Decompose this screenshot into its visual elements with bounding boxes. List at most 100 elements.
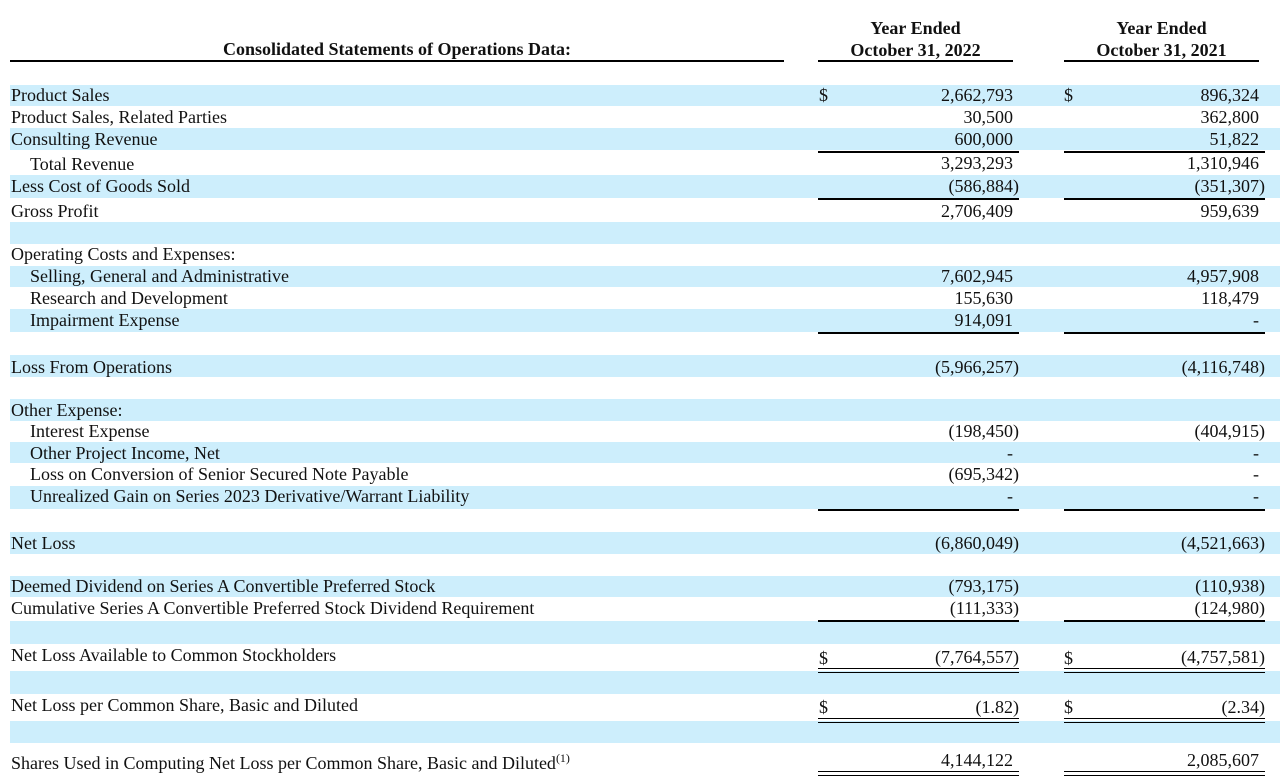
- currency-symbol: $: [819, 697, 828, 717]
- col-2022-header-line1: Year Ended: [870, 18, 961, 38]
- total-double-underline: [818, 718, 1019, 723]
- value-2021-impairment: -: [1253, 310, 1259, 330]
- statement-title: Consolidated Statements of Operations Da…: [223, 39, 571, 59]
- row-band: [10, 222, 1280, 244]
- subtotal-underline: [1064, 198, 1265, 200]
- value-2021-net-loss-common: (4,757,581): [1181, 647, 1265, 667]
- currency-symbol: $: [1064, 648, 1073, 668]
- title-underline: [10, 60, 784, 62]
- value-2021-cumulative-dividend: (124,980): [1194, 598, 1266, 618]
- value-2022-loss-on-conversion: (695,342): [948, 464, 1020, 484]
- value-2021-rnd: 118,479: [1201, 288, 1259, 308]
- col-2021-header-underline: [1064, 60, 1259, 62]
- total-double-underline: [1064, 718, 1265, 723]
- value-2021-consulting-revenue: 51,822: [1209, 129, 1260, 149]
- row-label-rnd: Research and Development: [30, 288, 228, 308]
- currency-symbol: $: [1064, 697, 1073, 717]
- value-2022-deemed-dividend: (793,175): [948, 576, 1020, 596]
- financial-statement: Consolidated Statements of Operations Da…: [0, 0, 1280, 784]
- row-band: [10, 128, 1280, 150]
- total-double-underline: [818, 668, 1019, 673]
- value-2022-cogs: (586,884): [948, 176, 1020, 196]
- row-band: [10, 309, 1280, 332]
- value-2021-net-loss: (4,521,663): [1181, 533, 1265, 553]
- value-2022-rnd: 155,630: [954, 288, 1014, 308]
- value-2021-unrealized-gain: -: [1253, 486, 1259, 506]
- value-2021-other-project-income: -: [1253, 443, 1259, 463]
- row-label-impairment: Impairment Expense: [30, 310, 180, 330]
- value-2021-interest-expense: (404,915): [1194, 421, 1266, 441]
- subtotal-underline: [1064, 332, 1265, 334]
- shares-used-label-text: Shares Used in Computing Net Loss per Co…: [11, 753, 556, 773]
- row-label-deemed-dividend: Deemed Dividend on Series A Convertible …: [11, 576, 436, 596]
- row-label-net-loss: Net Loss: [11, 533, 76, 553]
- total-double-underline: [1064, 668, 1265, 673]
- value-2021-net-loss-per-share: (2.34): [1221, 697, 1266, 717]
- row-label-other-project-income: Other Project Income, Net: [30, 443, 220, 463]
- value-2021-loss-on-conversion: -: [1253, 464, 1259, 484]
- section-header-operating-costs: Operating Costs and Expenses:: [11, 244, 236, 264]
- row-label-loss-from-operations: Loss From Operations: [11, 357, 172, 377]
- col-2021-header-line2: October 31, 2021: [1096, 40, 1227, 60]
- col-2022-header-line2: October 31, 2022: [850, 40, 981, 60]
- row-band: [10, 671, 1280, 694]
- total-double-underline: [818, 771, 1019, 776]
- row-label-product-sales-related-parties: Product Sales, Related Parties: [11, 107, 227, 127]
- footnote-marker: (1): [555, 751, 570, 765]
- row-label-loss-on-conversion: Loss on Conversion of Senior Secured Not…: [30, 464, 409, 484]
- value-2021-deemed-dividend: (110,938): [1195, 576, 1265, 596]
- row-label-sga: Selling, General and Administrative: [30, 266, 289, 286]
- subtotal-underline: [1064, 509, 1265, 511]
- row-label-cumulative-dividend: Cumulative Series A Convertible Preferre…: [11, 598, 535, 618]
- value-2021-loss-from-operations: (4,116,748): [1181, 357, 1265, 377]
- subtotal-underline: [818, 198, 1019, 200]
- value-2021-product-sales-related-parties: 362,800: [1200, 107, 1260, 127]
- value-2021-cogs: (351,307): [1194, 176, 1266, 196]
- subtotal-underline: [818, 332, 1019, 334]
- value-2021-gross-profit: 959,639: [1200, 201, 1260, 221]
- row-band: [10, 355, 1280, 377]
- subtotal-underline: [1064, 620, 1265, 622]
- row-label-total-revenue: Total Revenue: [30, 154, 135, 174]
- row-band: [10, 399, 1280, 421]
- value-2022-total-revenue: 3,293,293: [941, 153, 1013, 173]
- value-2021-total-revenue: 1,310,946: [1187, 153, 1259, 173]
- row-label-cogs: Less Cost of Goods Sold: [11, 176, 191, 196]
- currency-symbol: $: [1064, 85, 1073, 105]
- row-label-unrealized-gain: Unrealized Gain on Series 2023 Derivativ…: [30, 486, 470, 506]
- value-2022-consulting-revenue: 600,000: [954, 129, 1014, 149]
- value-2022-cumulative-dividend: (111,333): [949, 598, 1019, 618]
- row-band: [10, 621, 1280, 644]
- row-label-gross-profit: Gross Profit: [11, 201, 99, 221]
- value-2022-gross-profit: 2,706,409: [941, 201, 1013, 221]
- currency-symbol: $: [819, 85, 828, 105]
- row-label-interest-expense: Interest Expense: [30, 421, 150, 441]
- value-2021-product-sales: 896,324: [1200, 85, 1260, 105]
- value-2022-net-loss: (6,860,049): [935, 533, 1019, 553]
- section-header-other-expense: Other Expense:: [11, 400, 123, 420]
- value-2022-shares-used: 4,144,122: [941, 750, 1013, 770]
- value-2022-net-loss-common: (7,764,557): [935, 647, 1019, 667]
- value-2022-sga: 7,602,945: [941, 266, 1013, 286]
- row-band: [10, 532, 1280, 554]
- value-2022-interest-expense: (198,450): [948, 421, 1020, 441]
- value-2022-other-project-income: -: [1007, 443, 1013, 463]
- value-2021-shares-used: 2,085,607: [1187, 750, 1259, 770]
- value-2022-net-loss-per-share: (1.82): [975, 697, 1020, 717]
- col-2021-header-line1: Year Ended: [1116, 18, 1207, 38]
- row-label-consulting-revenue: Consulting Revenue: [11, 129, 158, 149]
- total-double-underline: [1064, 771, 1265, 776]
- row-label-net-loss-common: Net Loss Available to Common Stockholder…: [11, 645, 337, 665]
- value-2022-product-sales: 2,662,793: [941, 85, 1013, 105]
- row-label-net-loss-per-share: Net Loss per Common Share, Basic and Dil…: [11, 695, 358, 715]
- row-label-shares-used: Shares Used in Computing Net Loss per Co…: [11, 748, 570, 774]
- row-band: [10, 175, 1280, 198]
- currency-symbol: $: [819, 648, 828, 668]
- value-2022-unrealized-gain: -: [1007, 486, 1013, 506]
- col-2022-header-underline: [818, 60, 1013, 62]
- row-band: [10, 85, 1280, 106]
- value-2022-impairment: 914,091: [954, 310, 1014, 330]
- subtotal-underline: [818, 620, 1019, 622]
- row-band: [10, 721, 1280, 743]
- row-label-product-sales: Product Sales: [11, 85, 110, 105]
